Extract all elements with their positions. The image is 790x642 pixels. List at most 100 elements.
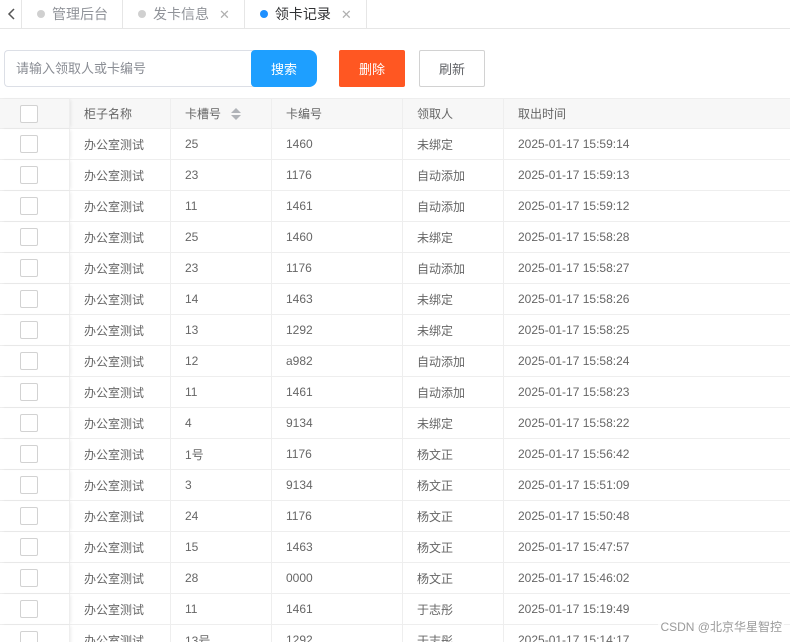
table-body: 办公室测试 25 1460 未绑定 2025-01-17 15:59:14 办公室测试 23… [0,129,790,642]
select-cell [0,191,70,221]
refresh-button[interactable]: 刷新 [419,50,485,87]
select-cell [0,160,70,190]
table-row[interactable]: 办公室测试 25 1460 未绑定 2025-01-17 15:58:28 [0,222,790,253]
table-row[interactable]: 办公室测试 4 9134 未绑定 2025-01-17 15:58:22 [0,408,790,439]
cell-cabinet-name: 办公室测试 [70,222,171,252]
table-row[interactable]: 办公室测试 23 1176 自动添加 2025-01-17 15:58:27 [0,253,790,284]
row-checkbox[interactable] [20,383,38,401]
cell-recipient: 杨文正 [403,470,504,500]
cell-taken-time: 2025-01-17 15:59:14 [518,137,630,151]
tab-label: 管理后台 [52,6,108,22]
tab-admin[interactable]: 管理后台 [22,0,123,28]
row-checkbox[interactable] [20,414,38,432]
header-taken-time: 取出时间 [518,107,567,121]
header-slot-number[interactable]: 卡槽号 [171,99,272,128]
row-checkbox[interactable] [20,166,38,184]
cell-slot-number: 11 [171,377,272,407]
row-checkbox[interactable] [20,631,38,642]
records-table: 柜子名称 卡槽号 卡编号 领取人 取出时间 办公室测试 25 1460 未绑定 2025… [0,98,790,642]
cell-card-number: a982 [272,346,403,376]
cell-card-number: 1292 [272,315,403,345]
cell-taken-time: 2025-01-17 15:58:22 [518,416,630,430]
row-checkbox[interactable] [20,321,38,339]
cell-slot-number: 25 [171,222,272,252]
cell-cabinet-name: 办公室测试 [70,377,171,407]
select-cell [0,501,70,531]
row-checkbox[interactable] [20,352,38,370]
tab-label: 领卡记录 [274,6,331,22]
header-recipient: 领取人 [403,99,504,128]
table-row[interactable]: 办公室测试 14 1463 未绑定 2025-01-17 15:58:26 [0,284,790,315]
tab-card-info[interactable]: 发卡信息 ✕ [123,0,245,28]
cell-taken-time: 2025-01-17 15:47:57 [518,540,630,554]
cell-cabinet-name: 办公室测试 [70,563,171,593]
tab-card-records[interactable]: 领卡记录 ✕ [245,0,367,28]
table-row[interactable]: 办公室测试 24 1176 杨文正 2025-01-17 15:50:48 [0,501,790,532]
table-row[interactable]: 办公室测试 1号 1176 杨文正 2025-01-17 15:56:42 [0,439,790,470]
close-icon[interactable]: ✕ [219,8,230,21]
cell-cabinet-name: 办公室测试 [70,160,171,190]
cell-cabinet-name: 办公室测试 [70,284,171,314]
chevron-left-icon [7,8,15,20]
cell-card-number: 1460 [272,129,403,159]
toolbar: 搜索 删除 刷新 [0,38,790,98]
row-checkbox[interactable] [20,290,38,308]
cell-taken-time: 2025-01-17 15:50:48 [518,509,630,523]
row-checkbox[interactable] [20,445,38,463]
watermark: CSDN @北京华星智控 [658,618,784,635]
row-checkbox[interactable] [20,476,38,494]
cell-card-number: 1292 [272,625,403,642]
header-card-number: 卡编号 [272,99,403,128]
select-cell [0,470,70,500]
header-label: 卡槽号 [185,107,222,121]
cell-card-number: 1463 [272,532,403,562]
row-checkbox[interactable] [20,135,38,153]
select-cell [0,222,70,252]
cell-taken-time: 2025-01-17 15:58:25 [518,323,630,337]
cell-cabinet-name: 办公室测试 [70,315,171,345]
cell-recipient: 杨文正 [403,563,504,593]
tab-bar: 管理后台 发卡信息 ✕ 领卡记录 ✕ [0,0,790,29]
cell-slot-number: 24 [171,501,272,531]
table-row[interactable]: 办公室测试 12 a982 自动添加 2025-01-17 15:58:24 [0,346,790,377]
close-icon[interactable]: ✕ [341,8,352,21]
select-cell [0,625,70,642]
table-row[interactable]: 办公室测试 11 1461 自动添加 2025-01-17 15:58:23 [0,377,790,408]
table-row[interactable]: 办公室测试 15 1463 杨文正 2025-01-17 15:47:57 [0,532,790,563]
row-checkbox[interactable] [20,538,38,556]
tab-dot-icon [259,10,268,18]
row-checkbox[interactable] [20,259,38,277]
select-all-checkbox[interactable] [20,104,38,123]
select-cell [0,253,70,283]
row-checkbox[interactable] [20,507,38,525]
table-row[interactable]: 办公室测试 13 1292 未绑定 2025-01-17 15:58:25 [0,315,790,346]
delete-button[interactable]: 删除 [339,50,405,87]
cell-card-number: 9134 [272,470,403,500]
table-row[interactable]: 办公室测试 11 1461 自动添加 2025-01-17 15:59:12 [0,191,790,222]
select-cell [0,346,70,376]
table-row[interactable]: 办公室测试 28 0000 杨文正 2025-01-17 15:46:02 [0,563,790,594]
tab-dot-icon [138,10,146,18]
select-cell [0,315,70,345]
cell-card-number: 1176 [272,253,403,283]
cell-cabinet-name: 办公室测试 [70,625,171,642]
cell-recipient: 杨文正 [403,501,504,531]
row-checkbox[interactable] [20,600,38,618]
table-row[interactable]: 办公室测试 23 1176 自动添加 2025-01-17 15:59:13 [0,160,790,191]
sort-icon[interactable] [231,107,242,120]
row-checkbox[interactable] [20,197,38,215]
cell-slot-number: 23 [171,160,272,190]
tab-label: 发卡信息 [153,6,209,22]
table-row[interactable]: 办公室测试 3 9134 杨文正 2025-01-17 15:51:09 [0,470,790,501]
select-cell [0,532,70,562]
cell-card-number: 0000 [272,563,403,593]
search-button[interactable]: 搜索 [251,50,317,87]
back-chevron-icon[interactable] [0,0,22,28]
cell-recipient: 未绑定 [403,408,504,438]
row-checkbox[interactable] [20,569,38,587]
row-checkbox[interactable] [20,228,38,246]
cell-card-number: 1461 [272,377,403,407]
cell-cabinet-name: 办公室测试 [70,532,171,562]
table-row[interactable]: 办公室测试 25 1460 未绑定 2025-01-17 15:59:14 [0,129,790,160]
search-input[interactable] [4,50,256,87]
